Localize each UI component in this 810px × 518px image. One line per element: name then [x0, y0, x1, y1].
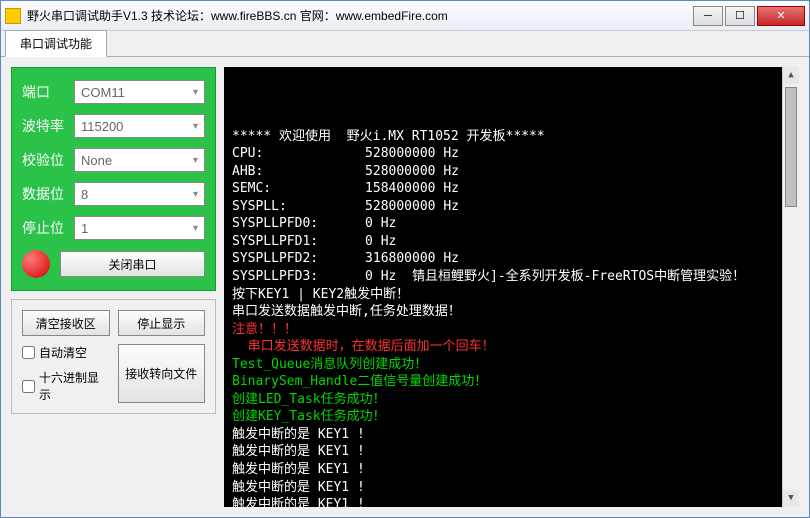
tabbar: 串口调试功能 — [1, 31, 809, 57]
tab-serial-debug[interactable]: 串口调试功能 — [5, 30, 107, 57]
scroll-thumb[interactable] — [785, 87, 797, 207]
port-label: 端口 — [22, 82, 74, 102]
close-port-button[interactable]: 关闭串口 — [60, 251, 205, 277]
parity-select[interactable]: None — [74, 148, 205, 172]
clear-rx-button[interactable]: 清空接收区 — [22, 310, 110, 336]
scroll-down-icon[interactable]: ▼ — [783, 490, 799, 507]
baud-label: 波特率 — [22, 116, 74, 136]
left-column: 端口 COM11 波特率 115200 校验位 None 数据位 8 停止位 — [11, 67, 216, 507]
window-title: 野火串口调试助手V1.3 技术论坛：www.fireBBS.cn 官网：www.… — [27, 7, 448, 24]
app-window: 野火串口调试助手V1.3 技术论坛：www.fireBBS.cn 官网：www.… — [0, 0, 810, 518]
titlebar: 野火串口调试助手V1.3 技术论坛：www.fireBBS.cn 官网：www.… — [1, 1, 809, 31]
stopbits-label: 停止位 — [22, 218, 74, 238]
auto-clear-input[interactable] — [22, 346, 35, 359]
terminal-text: ***** 欢迎使用 野火i.MX RT1052 开发板***** CPU: 5… — [232, 110, 791, 507]
terminal-output: ***** 欢迎使用 野火i.MX RT1052 开发板***** CPU: 5… — [224, 67, 799, 507]
receive-panel: 清空接收区 停止显示 自动清空 接收转向文件 十六进制显示 — [11, 299, 216, 414]
pause-display-button[interactable]: 停止显示 — [118, 310, 206, 336]
rx-to-file-button[interactable]: 接收转向文件 — [118, 344, 206, 403]
close-button[interactable]: ✕ — [757, 6, 805, 26]
status-led-icon — [22, 250, 50, 278]
auto-clear-label: 自动清空 — [39, 344, 87, 361]
stopbits-select[interactable]: 1 — [74, 216, 205, 240]
parity-label: 校验位 — [22, 150, 74, 170]
databits-label: 数据位 — [22, 184, 74, 204]
baud-select[interactable]: 115200 — [74, 114, 205, 138]
maximize-button[interactable]: ☐ — [725, 6, 755, 26]
minimize-button[interactable]: ─ — [693, 6, 723, 26]
serial-settings-panel: 端口 COM11 波特率 115200 校验位 None 数据位 8 停止位 — [11, 67, 216, 291]
app-icon — [5, 8, 21, 24]
terminal-scrollbar[interactable]: ▲ ▼ — [782, 67, 799, 507]
content: 端口 COM11 波特率 115200 校验位 None 数据位 8 停止位 — [1, 57, 809, 517]
hex-display-input[interactable] — [22, 380, 35, 393]
databits-select[interactable]: 8 — [74, 182, 205, 206]
hex-display-label: 十六进制显示 — [39, 369, 110, 403]
port-select[interactable]: COM11 — [74, 80, 205, 104]
scroll-up-icon[interactable]: ▲ — [783, 67, 799, 84]
window-controls: ─ ☐ ✕ — [693, 6, 805, 26]
hex-display-checkbox[interactable]: 十六进制显示 — [22, 369, 110, 403]
auto-clear-checkbox[interactable]: 自动清空 — [22, 344, 110, 361]
